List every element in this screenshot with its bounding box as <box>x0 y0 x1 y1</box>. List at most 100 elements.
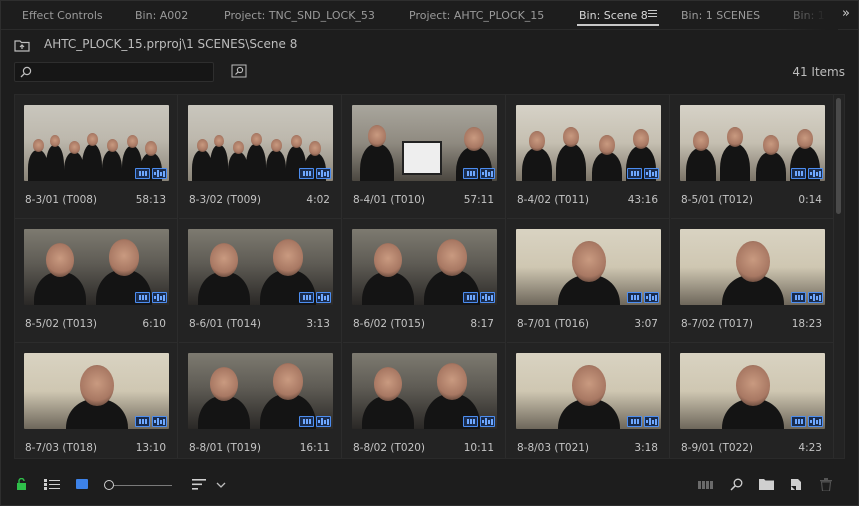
clip-tile[interactable]: 8-3/02 (T009) 4:02 <box>179 95 342 219</box>
clip-name: 8-6/01 (T014) <box>189 318 262 330</box>
audio-badge-icon <box>644 168 659 179</box>
find-icon[interactable] <box>730 478 743 491</box>
clip-thumbnail[interactable] <box>188 353 333 429</box>
clip-tile[interactable]: 8-5/02 (T013) 6:10 <box>15 219 178 343</box>
clip-name: 8-5/02 (T013) <box>25 318 98 330</box>
clip-tile[interactable]: 8-7/02 (T017) 18:23 <box>671 219 834 343</box>
tab-bin-scene-8[interactable]: Bin: Scene 8 <box>579 9 648 22</box>
active-tab-indicator <box>577 24 659 26</box>
icon-view-icon[interactable] <box>76 479 88 489</box>
clip-tile[interactable]: 8-8/02 (T020) 10:11 <box>343 343 506 458</box>
video-badge-icon <box>627 292 642 303</box>
clip-thumbnail[interactable] <box>680 105 825 181</box>
audio-badge-icon <box>316 168 331 179</box>
clip-tile[interactable]: 8-8/01 (T019) 16:11 <box>179 343 342 458</box>
clip-tile[interactable]: 8-9/01 (T022) 4:23 <box>671 343 834 458</box>
find-icon[interactable] <box>231 64 247 78</box>
audio-badge-icon <box>808 292 823 303</box>
clip-thumbnail[interactable] <box>352 229 497 305</box>
clip-tile[interactable]: 8-4/01 (T010) 57:11 <box>343 95 506 219</box>
clip-duration: 3:07 <box>634 318 658 330</box>
lock-icon[interactable] <box>16 478 27 490</box>
clip-duration: 18:23 <box>791 318 822 330</box>
video-badge-icon <box>627 416 642 427</box>
folder-up-icon[interactable] <box>14 39 30 52</box>
clip-duration: 3:13 <box>306 318 330 330</box>
video-badge-icon <box>791 292 806 303</box>
trash-icon[interactable] <box>820 478 832 491</box>
video-badge-icon <box>299 416 314 427</box>
clip-name: 8-8/03 (T021) <box>517 442 590 454</box>
audio-badge-icon <box>644 292 659 303</box>
list-view-icon[interactable] <box>44 479 60 490</box>
clip-tile[interactable]: 8-3/01 (T008) 58:13 <box>15 95 178 219</box>
tab-overflow-icon[interactable]: » <box>842 6 850 21</box>
clip-thumbnail[interactable] <box>516 229 661 305</box>
clip-tile[interactable]: 8-4/02 (T011) 43:16 <box>507 95 670 219</box>
tab-bin-a002[interactable]: Bin: A002 <box>135 9 188 22</box>
vertical-scrollbar[interactable] <box>833 96 843 457</box>
panel-menu-icon[interactable] <box>648 10 657 18</box>
clip-duration: 57:11 <box>463 194 494 206</box>
audio-badge-icon <box>152 168 167 179</box>
video-badge-icon <box>135 168 150 179</box>
audio-badge-icon <box>316 416 331 427</box>
clip-duration: 13:10 <box>135 442 166 454</box>
clip-duration: 4:02 <box>306 194 330 206</box>
clip-duration: 43:16 <box>627 194 658 206</box>
video-badge-icon <box>299 292 314 303</box>
tab-bin-1-scenes[interactable]: Bin: 1 SCENES <box>681 9 760 22</box>
audio-badge-icon <box>316 292 331 303</box>
video-badge-icon <box>627 168 642 179</box>
zoom-slider-knob[interactable] <box>104 480 114 490</box>
clip-thumbnail[interactable] <box>24 353 169 429</box>
clip-thumbnail[interactable] <box>352 353 497 429</box>
tab-project-tnc-snd-lock[interactable]: Project: TNC_SND_LOCK_53 <box>224 9 375 22</box>
clip-thumbnail[interactable] <box>680 353 825 429</box>
search-input[interactable] <box>14 62 214 82</box>
clip-name: 8-4/02 (T011) <box>517 194 590 206</box>
sort-icon[interactable] <box>192 479 206 490</box>
new-item-icon[interactable] <box>790 478 802 491</box>
clip-name: 8-5/01 (T012) <box>681 194 754 206</box>
video-badge-icon <box>463 292 478 303</box>
clip-tile[interactable]: 8-6/01 (T014) 3:13 <box>179 219 342 343</box>
clip-duration: 6:10 <box>142 318 166 330</box>
new-bin-icon[interactable] <box>759 478 774 490</box>
clip-duration: 0:14 <box>798 194 822 206</box>
clip-name: 8-4/01 (T010) <box>353 194 426 206</box>
tab-project-ahtc-plock[interactable]: Project: AHTC_PLOCK_15 <box>409 9 544 22</box>
tab-effect-controls[interactable]: Effect Controls <box>22 9 103 22</box>
clip-tile[interactable]: 8-7/03 (T018) 13:10 <box>15 343 178 458</box>
clip-thumbnail[interactable] <box>516 353 661 429</box>
clip-tile[interactable]: 8-5/01 (T012) 0:14 <box>671 95 834 219</box>
video-badge-icon <box>135 416 150 427</box>
clip-thumbnail[interactable] <box>188 229 333 305</box>
clip-thumbnail[interactable] <box>352 105 497 181</box>
video-badge-icon <box>463 168 478 179</box>
video-badge-icon <box>463 416 478 427</box>
clip-name: 8-8/01 (T019) <box>189 442 262 454</box>
clip-name: 8-7/01 (T016) <box>517 318 590 330</box>
tab-bin-1[interactable]: Bin: 1 <box>793 9 825 22</box>
clip-tile[interactable]: 8-6/02 (T015) 8:17 <box>343 219 506 343</box>
video-badge-icon <box>299 168 314 179</box>
audio-badge-icon <box>152 292 167 303</box>
chevron-down-icon[interactable] <box>216 481 226 489</box>
bin-path: AHTC_PLOCK_15.prproj\1 SCENES\Scene 8 <box>44 37 298 51</box>
scrollbar-thumb[interactable] <box>836 98 841 214</box>
clip-thumbnail[interactable] <box>24 105 169 181</box>
search-icon <box>20 66 32 78</box>
clip-thumbnail[interactable] <box>516 105 661 181</box>
thumbnail-zoom-slider[interactable] <box>104 478 172 492</box>
items-count: 41 Items <box>792 65 845 79</box>
clip-thumbnail[interactable] <box>24 229 169 305</box>
automate-to-sequence-icon[interactable] <box>698 480 714 490</box>
clip-tile[interactable]: 8-7/01 (T016) 3:07 <box>507 219 670 343</box>
video-badge-icon <box>135 292 150 303</box>
clip-thumbnail[interactable] <box>188 105 333 181</box>
clip-thumbnail[interactable] <box>680 229 825 305</box>
clip-tile[interactable]: 8-8/03 (T021) 3:18 <box>507 343 670 458</box>
clip-grid: 8-3/01 (T008) 58:13 8-3/02 (T009) 4:02 8-4/0… <box>14 94 845 459</box>
clip-name: 8-3/01 (T008) <box>25 194 98 206</box>
